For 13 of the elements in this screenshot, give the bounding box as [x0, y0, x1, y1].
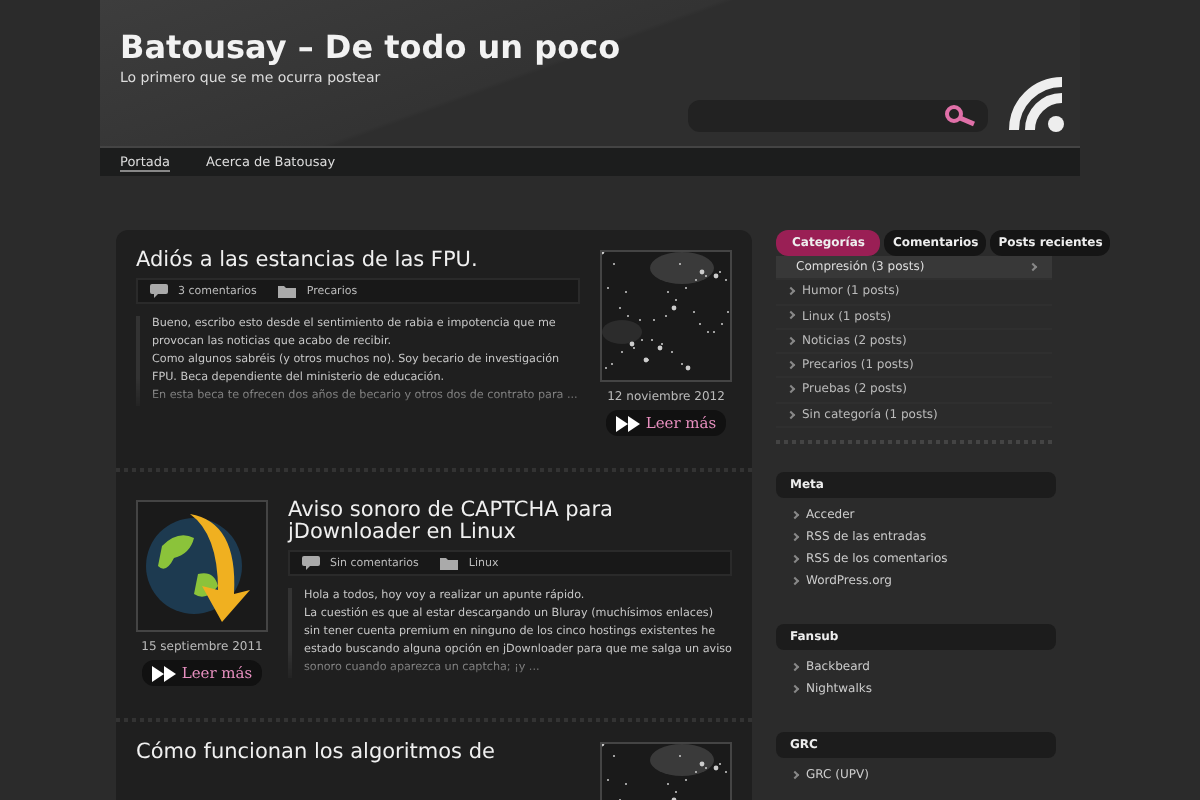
search-icon[interactable]	[944, 104, 976, 128]
folder-icon	[440, 556, 459, 571]
rss-icon[interactable]	[1008, 76, 1068, 136]
fast-forward-icon	[151, 665, 176, 681]
post-title[interactable]: Aviso sonoro de CAPTCHA para jDownloader en Linux	[288, 500, 732, 545]
site-title[interactable]: Batousay – De todo un poco	[120, 28, 621, 66]
post-title[interactable]: Cómo funcionan los algoritmos de	[136, 742, 580, 765]
search-field[interactable]	[688, 100, 988, 132]
folder-icon	[278, 284, 297, 299]
speech-bubble-icon	[150, 284, 168, 299]
post-title[interactable]: Adiós a las estancias de las FPU.	[136, 250, 580, 273]
fast-forward-icon	[615, 415, 640, 431]
speech-bubble-icon	[302, 556, 320, 571]
